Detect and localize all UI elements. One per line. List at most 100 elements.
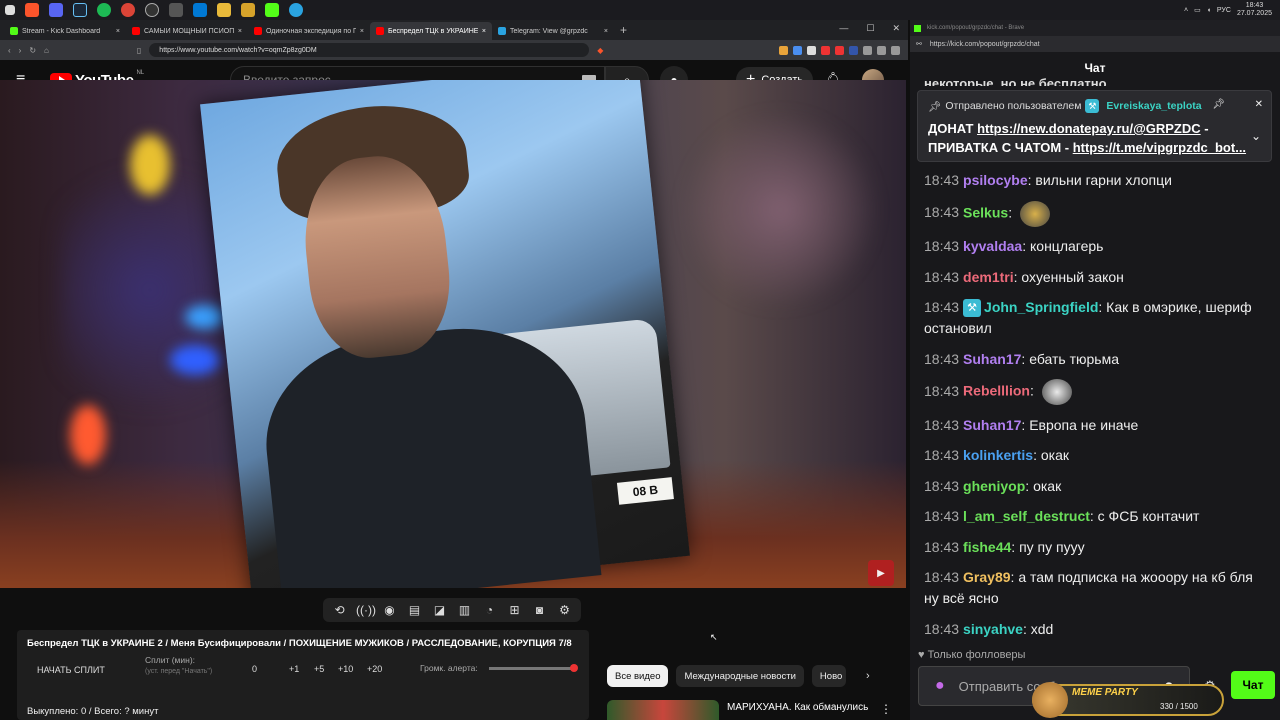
chip-international-news[interactable]: Международные новости bbox=[676, 665, 804, 687]
related-video[interactable]: МАРИХУАНА. Как обманулись ⋮ bbox=[607, 700, 907, 720]
pinned-user[interactable]: Evreiskaya_teplota bbox=[1106, 100, 1201, 112]
increment-button[interactable]: +20 bbox=[367, 664, 382, 674]
add-icon[interactable]: ⊞ bbox=[506, 603, 523, 617]
language-indicator[interactable]: РУС bbox=[1217, 7, 1231, 14]
steam-icon[interactable] bbox=[73, 3, 87, 17]
clock[interactable]: 18:43 27.07.2025 bbox=[1237, 2, 1272, 18]
increment-button[interactable]: +5 bbox=[314, 664, 324, 674]
message-username[interactable]: l_am_self_destruct bbox=[963, 508, 1090, 524]
close-icon[interactable]: ✕ bbox=[1255, 99, 1263, 110]
settings-gear-icon[interactable]: ⚙ bbox=[556, 603, 573, 617]
chrome-icon[interactable] bbox=[121, 3, 135, 17]
close-tab-icon[interactable]: × bbox=[604, 28, 608, 35]
message-username[interactable]: kolinkertis bbox=[963, 447, 1033, 463]
home-icon[interactable]: ⌂ bbox=[44, 46, 49, 55]
chevron-right-icon[interactable]: › bbox=[866, 670, 870, 682]
windows-start-icon[interactable] bbox=[5, 5, 15, 15]
kick-icon[interactable] bbox=[265, 3, 279, 17]
microphone-icon[interactable]: ● bbox=[935, 677, 945, 695]
browser-tab[interactable]: Telegram: View @grpzdc × bbox=[492, 22, 614, 40]
options-icon[interactable]: ⚯ bbox=[916, 40, 922, 48]
message-username[interactable]: Selkus bbox=[963, 204, 1008, 220]
close-tab-icon[interactable]: × bbox=[238, 28, 242, 35]
browser-tab[interactable]: Одиночная экспедиция по Приису × bbox=[248, 22, 370, 40]
message-username[interactable]: kyvaldaa bbox=[963, 238, 1022, 254]
reload-icon[interactable]: ↻ bbox=[29, 46, 36, 55]
maximize-icon[interactable]: ☐ bbox=[866, 23, 874, 34]
discord-icon[interactable] bbox=[49, 3, 63, 17]
alert-volume-slider[interactable] bbox=[489, 664, 578, 672]
split-value[interactable]: 0 bbox=[252, 664, 257, 674]
bookmark-icon[interactable]: ▯ bbox=[137, 46, 141, 55]
app-icon[interactable] bbox=[169, 3, 183, 17]
extension-icon[interactable] bbox=[891, 45, 900, 55]
visibility-icon[interactable]: ◉ bbox=[381, 603, 398, 617]
network-icon[interactable]: ▭ bbox=[1194, 6, 1201, 14]
start-split-button[interactable]: НАЧАТЬ СПЛИТ bbox=[27, 665, 127, 675]
brave-shield-icon[interactable]: ◆ bbox=[597, 46, 603, 55]
close-icon[interactable]: ✕ bbox=[892, 23, 900, 34]
spotify-icon[interactable] bbox=[97, 3, 111, 17]
message-username[interactable]: Suhan17 bbox=[963, 417, 1021, 433]
volume-icon[interactable]: ◖ bbox=[1207, 7, 1211, 14]
browser-tab[interactable]: САМЫЙ МОЩНЫЙ ПСИОП НА РУ × bbox=[126, 22, 248, 40]
brave-icon[interactable] bbox=[25, 3, 39, 17]
video-player[interactable]: 08 B ▶ bbox=[0, 80, 906, 588]
related-title[interactable]: МАРИХУАНА. Как обманулись bbox=[727, 702, 868, 720]
telegram-icon[interactable] bbox=[289, 3, 303, 17]
chat-url[interactable]: https://kick.com/popout/grpzdc/chat bbox=[930, 41, 1040, 48]
extension-icon[interactable] bbox=[779, 45, 788, 55]
broadcast-icon[interactable]: ((·)) bbox=[356, 603, 376, 617]
pin-icon[interactable]: 📌︎ bbox=[1212, 99, 1225, 110]
message-username[interactable]: Suhan17 bbox=[963, 351, 1021, 367]
message-username[interactable]: Gray89 bbox=[963, 569, 1010, 585]
message-username[interactable]: sinyahve bbox=[963, 621, 1023, 637]
extension-icon[interactable] bbox=[793, 45, 802, 55]
folder-icon[interactable] bbox=[217, 3, 231, 17]
screenshot-icon[interactable]: ◙ bbox=[531, 603, 548, 617]
extension-icon[interactable] bbox=[863, 45, 872, 55]
channel-watermark-icon[interactable]: ▶ bbox=[868, 560, 894, 586]
extension-icon[interactable] bbox=[807, 45, 816, 55]
telegram-link[interactable]: https://t.me/vipgrpzdc_bot... bbox=[1073, 140, 1246, 155]
extension-icon[interactable] bbox=[877, 45, 886, 55]
close-tab-icon[interactable]: × bbox=[360, 28, 364, 35]
extension-icon[interactable] bbox=[849, 45, 858, 55]
obs-icon[interactable] bbox=[145, 3, 159, 17]
browser-tab[interactable]: Stream - Kick Dashboard × bbox=[4, 22, 126, 40]
back-icon[interactable]: ‹ bbox=[8, 46, 11, 55]
app-icon[interactable] bbox=[193, 3, 207, 17]
picture-in-picture-icon[interactable]: ◪ bbox=[431, 603, 448, 617]
close-tab-icon[interactable]: × bbox=[482, 28, 486, 35]
chevron-down-icon[interactable]: ⌄ bbox=[1251, 129, 1261, 143]
minimize-icon[interactable]: — bbox=[839, 23, 848, 34]
message-separator: : bbox=[1029, 382, 1038, 399]
increment-button[interactable]: +10 bbox=[338, 664, 353, 674]
donate-link[interactable]: https://new.donatepay.ru/@GRPZDC bbox=[977, 121, 1201, 136]
extension-icon[interactable] bbox=[835, 45, 844, 55]
message-username[interactable]: gheniyop bbox=[963, 478, 1025, 494]
clapper-icon[interactable]: ▤ bbox=[406, 603, 423, 617]
more-vert-icon[interactable]: ⋮ bbox=[880, 702, 892, 716]
message-username[interactable]: John_Springfield bbox=[984, 299, 1098, 315]
new-tab-icon[interactable]: + bbox=[620, 23, 627, 37]
url-field[interactable]: https://www.youtube.com/watch?v=oqmZp8zg… bbox=[149, 43, 590, 57]
chevron-up-icon[interactable]: ˄ bbox=[1184, 7, 1188, 14]
close-tab-icon[interactable]: × bbox=[116, 28, 120, 35]
cinema-mode-icon[interactable]: ▥ bbox=[456, 603, 473, 617]
chip-all-videos[interactable]: Все видео bbox=[607, 665, 669, 687]
related-thumbnail[interactable] bbox=[607, 700, 719, 720]
message-username[interactable]: fishe44 bbox=[963, 539, 1011, 555]
increment-button[interactable]: +1 bbox=[289, 664, 299, 674]
folder-icon[interactable] bbox=[241, 3, 255, 17]
message-username[interactable]: dem1tri bbox=[963, 269, 1014, 285]
extension-icon[interactable] bbox=[821, 45, 830, 55]
loop-icon[interactable]: ⟲ bbox=[331, 603, 348, 617]
message-username[interactable]: Rebelllion bbox=[963, 383, 1030, 399]
message-username[interactable]: psilocybe bbox=[963, 172, 1028, 188]
forward-icon[interactable]: › bbox=[19, 46, 22, 55]
browser-tab[interactable]: Беспредел ТЦК в УКРАИНЕ × bbox=[370, 22, 492, 40]
speed-icon[interactable]: ◔ bbox=[481, 603, 498, 617]
chip-new[interactable]: Ново bbox=[811, 665, 846, 687]
send-chat-button[interactable]: Чат bbox=[1231, 671, 1275, 699]
